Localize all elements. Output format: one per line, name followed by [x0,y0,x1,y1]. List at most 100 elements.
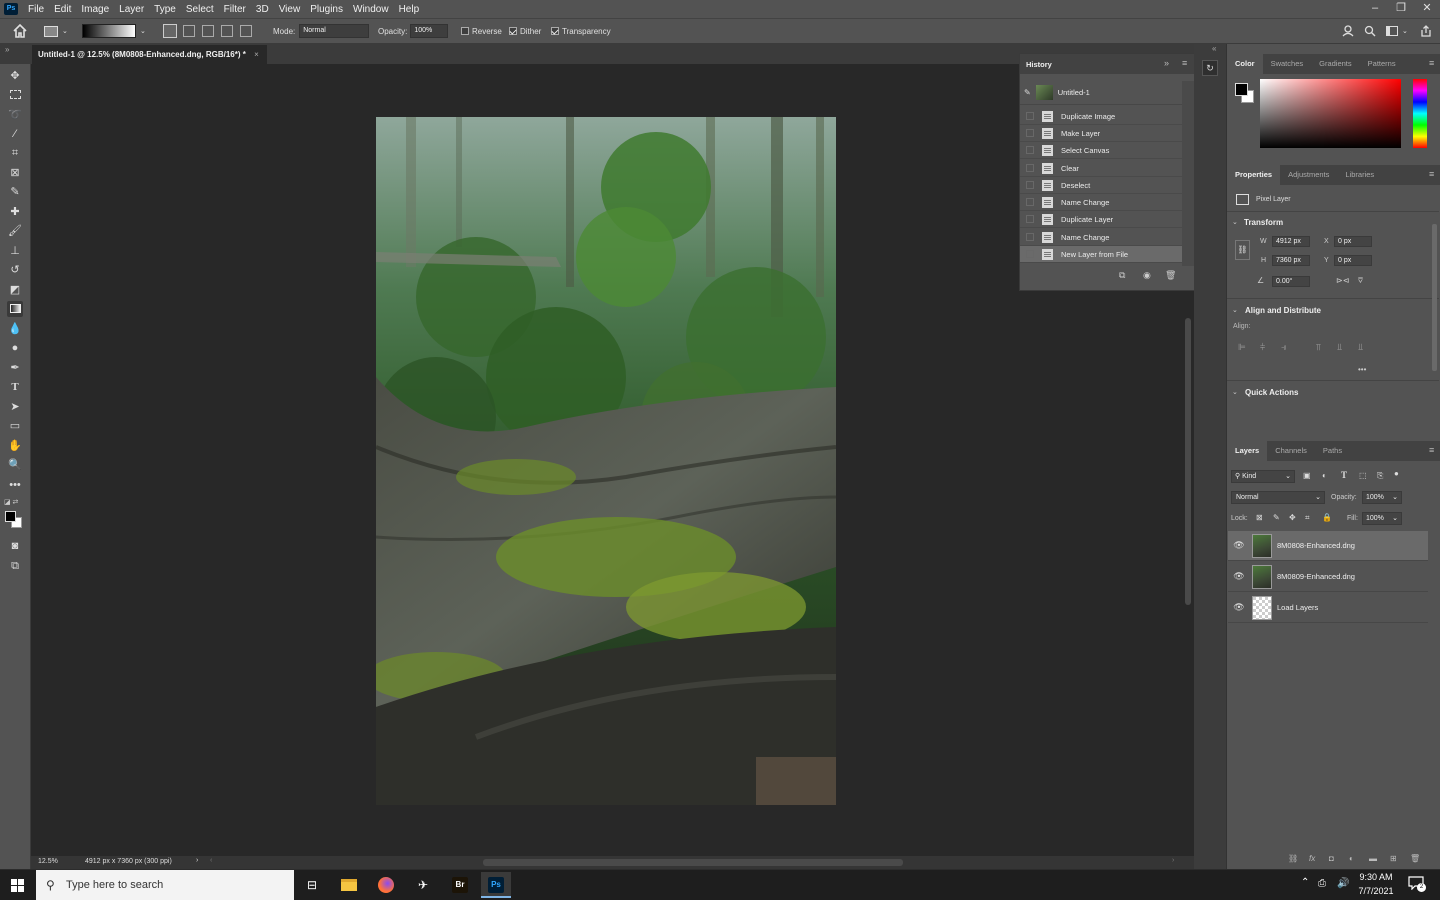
filter-smart-object-icon[interactable]: ⎘ [1377,471,1383,481]
type-tool-icon[interactable]: T [7,379,23,395]
brush-tool-icon[interactable]: 🖌 [7,223,23,239]
clone-stamp-tool-icon[interactable]: ⊥ [7,243,23,259]
history-item[interactable]: Select Canvas [1020,142,1182,159]
blur-tool-icon[interactable]: 💧 [7,321,23,337]
history-item[interactable]: Make Layer [1020,125,1182,142]
tab-paths[interactable]: Paths [1315,441,1350,461]
pen-tool-icon[interactable]: ✒ [7,360,23,376]
document-tab[interactable]: Untitled-1 @ 12.5% (8M0808-Enhanced.dng,… [32,45,267,64]
photoshop-app-icon[interactable]: Ps [481,872,511,898]
menu-help[interactable]: Help [394,4,425,15]
layer-row[interactable]: 👁 Load Layers [1228,593,1428,623]
align-horizontal-center-icon[interactable]: ⫩ [1260,342,1265,353]
tab-channels[interactable]: Channels [1267,441,1315,461]
document-image[interactable] [376,117,836,805]
foreground-color-swatch[interactable] [5,511,16,522]
menu-file[interactable]: File [23,4,49,15]
volume-icon[interactable]: 🔊 [1337,878,1349,889]
status-menu-icon[interactable]: › [196,857,198,864]
layer-row-selected[interactable]: 👁 8M0808-Enhanced.dng [1228,531,1428,561]
tab-swatches[interactable]: Swatches [1263,54,1312,74]
dodge-tool-icon[interactable]: ● [7,340,23,356]
flip-vertical-icon[interactable]: ⩢ [1358,276,1363,286]
history-item[interactable]: Name Change [1020,194,1182,211]
align-vertical-center-icon[interactable]: ⫫ [1337,342,1342,353]
close-button[interactable]: ✕ [1414,0,1440,18]
group-folder-icon[interactable]: ▬ [1369,854,1377,863]
delete-layer-icon[interactable]: 🗑 [1410,854,1420,863]
layers-menu-icon[interactable]: ≡ [1429,445,1434,455]
tab-patterns[interactable]: Patterns [1360,54,1404,74]
fill-field[interactable]: 100% ⌄ [1362,512,1402,525]
menu-window[interactable]: Window [348,4,394,15]
opacity-field[interactable]: 100% [410,24,449,38]
width-field[interactable]: 4912 px [1272,236,1310,247]
layer-row[interactable]: 👁 8M0809-Enhanced.dng [1228,562,1428,592]
more-options-icon[interactable]: ••• [1358,365,1366,374]
properties-scrollbar[interactable] [1432,224,1437,371]
filter-type-icon[interactable]: T [1341,470,1347,480]
visibility-eye-icon[interactable]: 👁 [1228,540,1250,551]
lasso-tool-icon[interactable]: ➰ [7,107,23,123]
home-icon[interactable] [12,19,28,43]
angle-field[interactable]: 0.00° [1272,276,1310,287]
layer-filter-select[interactable]: ⚲ Kind ⌄ [1231,470,1295,483]
transparency-checkbox[interactable] [551,27,559,35]
adjustment-layer-icon[interactable]: ◐ [1349,854,1354,863]
radial-gradient-icon[interactable] [183,25,195,37]
link-dimensions-icon[interactable]: ⛓ [1235,240,1250,260]
dither-checkbox[interactable] [509,27,517,35]
menu-type[interactable]: Type [149,4,181,15]
task-view-icon[interactable]: ⊟ [297,872,327,898]
color-foreground-swatch[interactable] [1235,83,1248,96]
visibility-eye-icon[interactable]: 👁 [1228,602,1250,613]
visibility-eye-icon[interactable]: 👁 [1228,571,1250,582]
path-selection-tool-icon[interactable]: ➤ [7,399,23,415]
expand-toolbar-icon[interactable]: » [5,45,9,54]
tab-properties[interactable]: Properties [1227,165,1281,185]
history-brush-source-icon[interactable]: ✎ [1024,88,1031,97]
tab-color[interactable]: Color [1227,54,1263,74]
vertical-scroll-thumb[interactable] [1185,318,1191,605]
tool-preset-picker[interactable]: ⌄ [44,19,68,43]
align-top-icon[interactable]: ⫪ [1316,342,1321,353]
zoom-tool-icon[interactable]: 🔍 [7,457,23,473]
menu-plugins[interactable]: Plugins [305,4,348,15]
camera-snapshot-icon[interactable]: ◉ [1143,270,1151,281]
filter-shape-icon[interactable]: ⬚ [1359,471,1367,480]
default-colors-icon[interactable]: ◪ ⇄ [4,498,18,506]
hand-tool-icon[interactable]: ✋ [7,438,23,454]
transform-chevron-icon[interactable]: ⌄ [1232,218,1238,226]
new-document-from-state-icon[interactable]: ⧉ [1119,270,1125,281]
linear-gradient-icon[interactable] [163,24,177,38]
restore-button[interactable]: ❐ [1388,0,1414,18]
eyedropper-tool-icon[interactable]: ✎ [7,184,23,200]
angle-gradient-icon[interactable] [202,25,214,37]
share-user-icon[interactable] [1342,19,1354,43]
move-tool-icon[interactable]: ✥ [7,68,23,84]
menu-layer[interactable]: Layer [114,4,149,15]
rectangle-tool-icon[interactable]: ▭ [7,418,23,434]
x-field[interactable]: 0 px [1334,236,1372,247]
workspace-icon[interactable]: ⌄ [1386,19,1408,43]
align-chevron-icon[interactable]: ⌄ [1232,306,1238,314]
menu-3d[interactable]: 3D [251,4,274,15]
history-item[interactable]: Name Change [1020,229,1182,246]
tab-adjustments[interactable]: Adjustments [1280,165,1337,185]
magic-wand-tool-icon[interactable]: ⁄ [7,126,23,142]
properties-menu-icon[interactable]: ≡ [1429,169,1434,179]
hue-slider[interactable] [1413,79,1427,148]
scroll-right-icon[interactable]: › [1172,857,1174,864]
close-tab-icon[interactable]: × [254,50,259,59]
quick-mask-icon[interactable]: ◙ [7,538,23,554]
screen-mode-icon[interactable]: ⧉ [7,558,23,574]
layer-opacity-field[interactable]: 100% ⌄ [1362,491,1402,504]
menu-select[interactable]: Select [181,4,219,15]
marquee-tool-icon[interactable] [7,87,23,103]
file-explorer-icon[interactable] [334,872,364,898]
history-scrollbar[interactable] [1182,81,1194,266]
tab-layers[interactable]: Layers [1227,441,1268,461]
lock-position-icon[interactable]: ✥ [1289,513,1296,522]
collapse-dock-icon[interactable]: « [1212,44,1216,53]
clock-time[interactable]: 9:30 AM [1358,872,1394,882]
